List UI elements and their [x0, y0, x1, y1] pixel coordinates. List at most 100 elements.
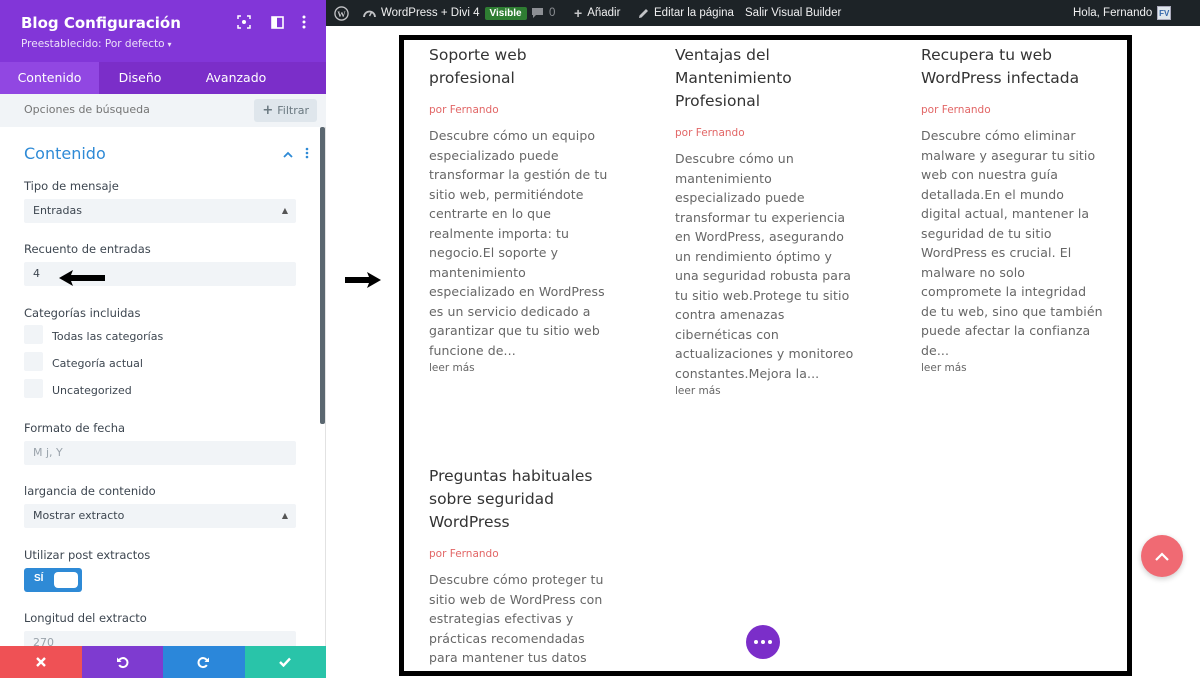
content-length-label: largancia de contenido [24, 484, 156, 498]
add-new-label: Añadir [587, 7, 621, 19]
blog-post: Soporte web profesional por Fernando Des… [429, 44, 611, 374]
panel-tabs: Contenido Diseño Avanzado [0, 62, 326, 94]
dot [761, 640, 765, 644]
use-excerpts-toggle[interactable]: SÍ [24, 568, 82, 592]
redo-button[interactable] [163, 646, 245, 678]
panel-footer [0, 646, 326, 678]
read-more-link[interactable]: leer más [429, 362, 611, 374]
categories-label: Categorías incluidas [24, 306, 141, 320]
save-button[interactable] [244, 646, 326, 678]
blog-post: Preguntas habituales sobre seguridad Wor… [429, 465, 611, 671]
site-name-link[interactable]: WordPress + Divi 4 Visible [363, 0, 527, 26]
tab-advanced[interactable]: Avanzado [181, 62, 291, 94]
checkbox-all-categories[interactable] [24, 325, 43, 344]
options-search-input[interactable] [24, 103, 224, 116]
chevron-up-icon [1155, 551, 1169, 561]
checkbox-label-current-category: Categoría actual [52, 357, 143, 370]
plus-icon: + [262, 103, 274, 118]
comments-link[interactable]: 0 [531, 0, 555, 26]
post-author[interactable]: por Fernando [921, 104, 1103, 116]
checkbox-uncategorized[interactable] [24, 379, 43, 398]
caret-down-icon: ▾ [167, 40, 172, 49]
svg-text:W: W [337, 8, 346, 18]
tab-design[interactable]: Diseño [99, 62, 181, 94]
redo-icon [197, 656, 210, 668]
edit-page-link[interactable]: Editar la página [638, 0, 734, 26]
comments-count: 0 [549, 7, 556, 19]
options-scroll-area[interactable]: Contenido Tipo de mensaje Entradas ▲ Recu… [0, 127, 326, 646]
post-type-label: Tipo de mensaje [24, 179, 119, 193]
tab-content[interactable]: Contenido [0, 62, 99, 94]
date-format-input[interactable]: M j, Y [24, 441, 296, 465]
post-type-select[interactable]: Entradas ▲ [24, 199, 296, 223]
search-row: +Filtrar [0, 94, 326, 127]
post-excerpt: Descubre cómo eliminar malware y asegura… [921, 128, 1103, 358]
dot [768, 640, 772, 644]
close-icon [35, 657, 46, 667]
post-author[interactable]: por Fernando [429, 548, 611, 560]
content-length-select[interactable]: Mostrar extracto ▲ [24, 504, 296, 528]
read-more-link[interactable]: leer más [921, 362, 1103, 374]
post-title-link[interactable]: Recupera tu web WordPress infectada [921, 44, 1103, 90]
content-length-value: Mostrar extracto [33, 509, 125, 522]
post-title-link[interactable]: Ventajas del Mantenimiento Profesional [675, 44, 857, 113]
date-format-label: Formato de fecha [24, 421, 126, 435]
dot [754, 640, 758, 644]
checkbox-current-category[interactable] [24, 352, 43, 371]
greeting: Hola, Fernando [1073, 7, 1153, 19]
chevron-up-icon[interactable] [283, 147, 293, 161]
add-new-link[interactable]: + Añadir [574, 0, 620, 26]
select-arrows-icon: ▲ [281, 511, 288, 520]
undo-icon [116, 656, 129, 668]
more-options-icon[interactable] [296, 14, 312, 30]
comment-icon [532, 8, 543, 18]
post-author[interactable]: por Fernando [675, 127, 857, 139]
post-excerpt: Descubre cómo un equipo especializado pu… [429, 128, 608, 358]
preset-label: Preestablecido: Por defecto [21, 38, 165, 50]
section-title[interactable]: Contenido [24, 144, 106, 163]
exit-builder-label: Salir Visual Builder [745, 7, 842, 19]
edit-page-label: Editar la página [654, 7, 734, 19]
wp-admin-bar: W WordPress + Divi 4 Visible 0 + Añadir … [326, 0, 1200, 26]
preset-dropdown[interactable]: Preestablecido: Por defecto ▾ [21, 38, 172, 50]
post-excerpt: Descubre cómo proteger tu sitio web de W… [429, 572, 604, 671]
filter-label: Filtrar [277, 104, 309, 117]
visibility-badge: Visible [484, 6, 527, 20]
toggle-knob [54, 572, 78, 588]
select-arrows-icon: ▲ [281, 206, 288, 215]
blog-post: Recupera tu web WordPress infectada por … [921, 44, 1103, 374]
site-name: WordPress + Divi 4 [381, 7, 480, 19]
wordpress-logo-icon[interactable]: W [334, 0, 349, 26]
plus-icon: + [574, 5, 583, 21]
checkbox-label-all-categories: Todas las categorías [52, 330, 164, 343]
arrow-left-icon [57, 269, 107, 292]
check-icon [279, 657, 292, 667]
post-type-value: Entradas [33, 204, 82, 217]
builder-settings-button[interactable] [746, 625, 780, 659]
post-count-label: Recuento de entradas [24, 242, 151, 256]
excerpt-length-label: Longitud del extracto [24, 611, 147, 625]
read-more-link[interactable]: leer más [675, 385, 857, 397]
section-menu-icon[interactable] [305, 147, 309, 162]
post-author[interactable]: por Fernando [429, 104, 611, 116]
panel-scrollbar[interactable] [320, 127, 325, 424]
back-to-top-button[interactable] [1141, 535, 1183, 577]
filter-button[interactable]: + Filtrar [254, 99, 317, 122]
dashboard-icon [363, 10, 376, 18]
toggle-label: SÍ [34, 573, 44, 584]
avatar: FV [1157, 6, 1172, 20]
exit-builder-link[interactable]: Salir Visual Builder [745, 0, 841, 26]
user-account-link[interactable]: Hola, Fernando FV [1073, 0, 1172, 26]
sidebar-layout-icon[interactable] [269, 14, 285, 30]
focus-icon[interactable] [236, 14, 252, 30]
arrow-right-icon [343, 271, 383, 294]
blog-post: Ventajas del Mantenimiento Profesional p… [675, 44, 857, 397]
post-title-link[interactable]: Soporte web profesional [429, 44, 611, 90]
undo-button[interactable] [81, 646, 163, 678]
post-title-link[interactable]: Preguntas habituales sobre seguridad Wor… [429, 465, 611, 534]
panel-header: Blog Configuración Preestablecido: Por d… [0, 0, 326, 62]
pencil-icon [639, 8, 648, 18]
discard-button[interactable] [0, 646, 82, 678]
blog-module-frame[interactable]: Soporte web profesional por Fernando Des… [399, 35, 1132, 676]
excerpt-length-input[interactable]: 270 [24, 631, 296, 646]
